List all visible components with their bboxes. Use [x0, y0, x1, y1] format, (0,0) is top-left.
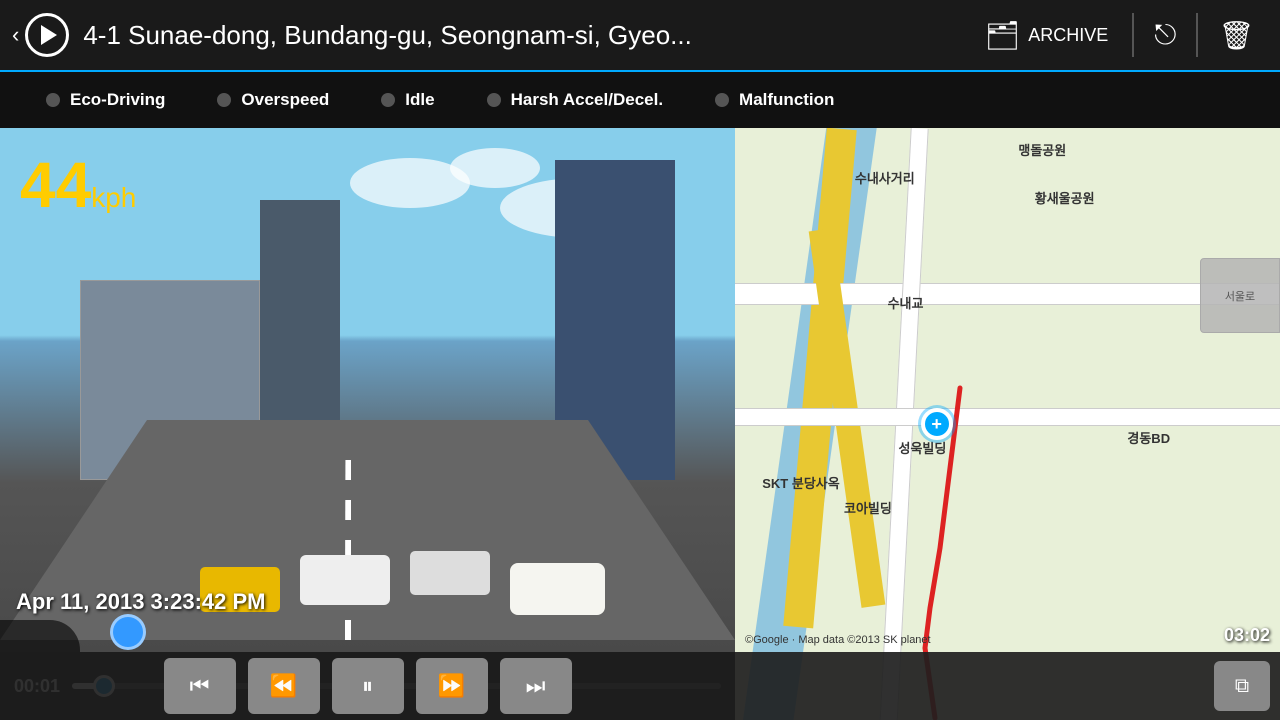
speed-display: 44kph [20, 148, 136, 222]
video-panel: 44kph Apr 11, 2013 3:23:42 PM 00:01 ⏮ ⏪ … [0, 128, 735, 720]
share-button[interactable]: ⎋ [1140, 19, 1190, 52]
car2 [410, 551, 490, 595]
map-attribution: ©Google · Map data ©2013 SK planet [745, 634, 931, 646]
video-timestamp: Apr 11, 2013 3:23:42 PM [16, 589, 265, 615]
map-panel: 맹돌공원수내사거리황새울공원수내교성욱빌딩경동BDSKT 분당사옥코아빌딩공원분… [735, 128, 1280, 720]
tab-dot-harsh-accel [487, 93, 501, 107]
map-label-0: 맹돌공원 [1018, 140, 1066, 159]
forward-button[interactable]: ⏩ [416, 658, 488, 714]
pause-button[interactable]: ⏸ [332, 658, 404, 714]
map-background [735, 128, 1280, 720]
current-location-dot [921, 408, 953, 440]
speed-value: 44 [20, 149, 91, 221]
divider2 [1196, 13, 1198, 57]
skip-back-button[interactable]: ⏮ [164, 658, 236, 714]
map-label-3: 수내교 [888, 293, 924, 312]
tab-dot-eco-driving [46, 93, 60, 107]
road-line [345, 460, 351, 640]
skip-forward-icon: ⏭ [526, 673, 546, 699]
car3 [510, 563, 605, 615]
tab-label-overspeed: Overspeed [241, 90, 329, 110]
top-bar: ‹ 4-1 Sunae-dong, Bundang-gu, Seongnam-s… [0, 0, 1280, 72]
tab-dot-idle [381, 93, 395, 107]
cloud2 [450, 148, 540, 188]
video-title: 4-1 Sunae-dong, Bundang-gu, Seongnam-si,… [83, 20, 966, 51]
tab-label-eco-driving: Eco-Driving [70, 90, 165, 110]
map-time-end: 03:02 [1224, 625, 1270, 646]
map-logo: 서울로 [1200, 258, 1280, 333]
forward-icon: ⏩ [438, 673, 465, 699]
archive-icon: 🗂 [985, 19, 1021, 52]
device-indicator [110, 614, 146, 650]
rewind-button[interactable]: ⏪ [248, 658, 320, 714]
tab-label-harsh-accel: Harsh Accel/Decel. [511, 90, 663, 110]
map-label-2: 황새울공원 [1035, 188, 1095, 207]
map-label-4: 성욱빌딩 [899, 438, 947, 457]
route-line [735, 128, 1280, 720]
car1 [300, 555, 390, 605]
tab-overspeed[interactable]: Overspeed [191, 90, 355, 110]
pip-icon: ⧉ [1235, 675, 1249, 698]
play-icon [41, 25, 57, 45]
tab-dot-overspeed [217, 93, 231, 107]
archive-label: ARCHIVE [1028, 25, 1108, 46]
map-label-1: 수내사거리 [855, 168, 915, 187]
map-label-7: 코아빌딩 [844, 498, 892, 517]
share-icon: ⎋ [1154, 19, 1176, 50]
tab-label-malfunction: Malfunction [739, 90, 834, 110]
map-controls-bar: ⧉ [735, 652, 1280, 720]
back-button[interactable]: ‹ [12, 22, 19, 48]
tab-idle[interactable]: Idle [355, 90, 460, 110]
map-label-5: 경동BD [1127, 428, 1170, 447]
tab-dot-malfunction [715, 93, 729, 107]
tab-label-idle: Idle [405, 90, 434, 110]
skip-back-icon: ⏮ [190, 673, 210, 699]
archive-button[interactable]: 🗂 ARCHIVE [967, 19, 1127, 52]
skip-forward-button[interactable]: ⏭ [500, 658, 572, 714]
speed-unit: kph [91, 182, 136, 213]
tabs-bar: Eco-Driving Overspeed Idle Harsh Accel/Dece… [0, 72, 1280, 128]
main-content: 44kph Apr 11, 2013 3:23:42 PM 00:01 ⏮ ⏪ … [0, 128, 1280, 720]
delete-icon: 🗑 [1218, 20, 1254, 51]
rewind-icon: ⏪ [270, 673, 297, 699]
tab-malfunction[interactable]: Malfunction [689, 90, 860, 110]
map-label-6: SKT 분당사옥 [762, 473, 839, 492]
delete-button[interactable]: 🗑 [1204, 19, 1268, 52]
tab-harsh-accel[interactable]: Harsh Accel/Decel. [461, 90, 689, 110]
divider [1132, 13, 1134, 57]
tab-eco-driving[interactable]: Eco-Driving [20, 90, 191, 110]
controls-bar: ⏮ ⏪ ⏸ ⏩ ⏭ [0, 652, 735, 720]
pause-icon: ⏸ [362, 673, 373, 699]
map-logo-text: 서울로 [1225, 288, 1255, 304]
play-button[interactable] [25, 13, 69, 57]
pip-button[interactable]: ⧉ [1214, 661, 1270, 711]
